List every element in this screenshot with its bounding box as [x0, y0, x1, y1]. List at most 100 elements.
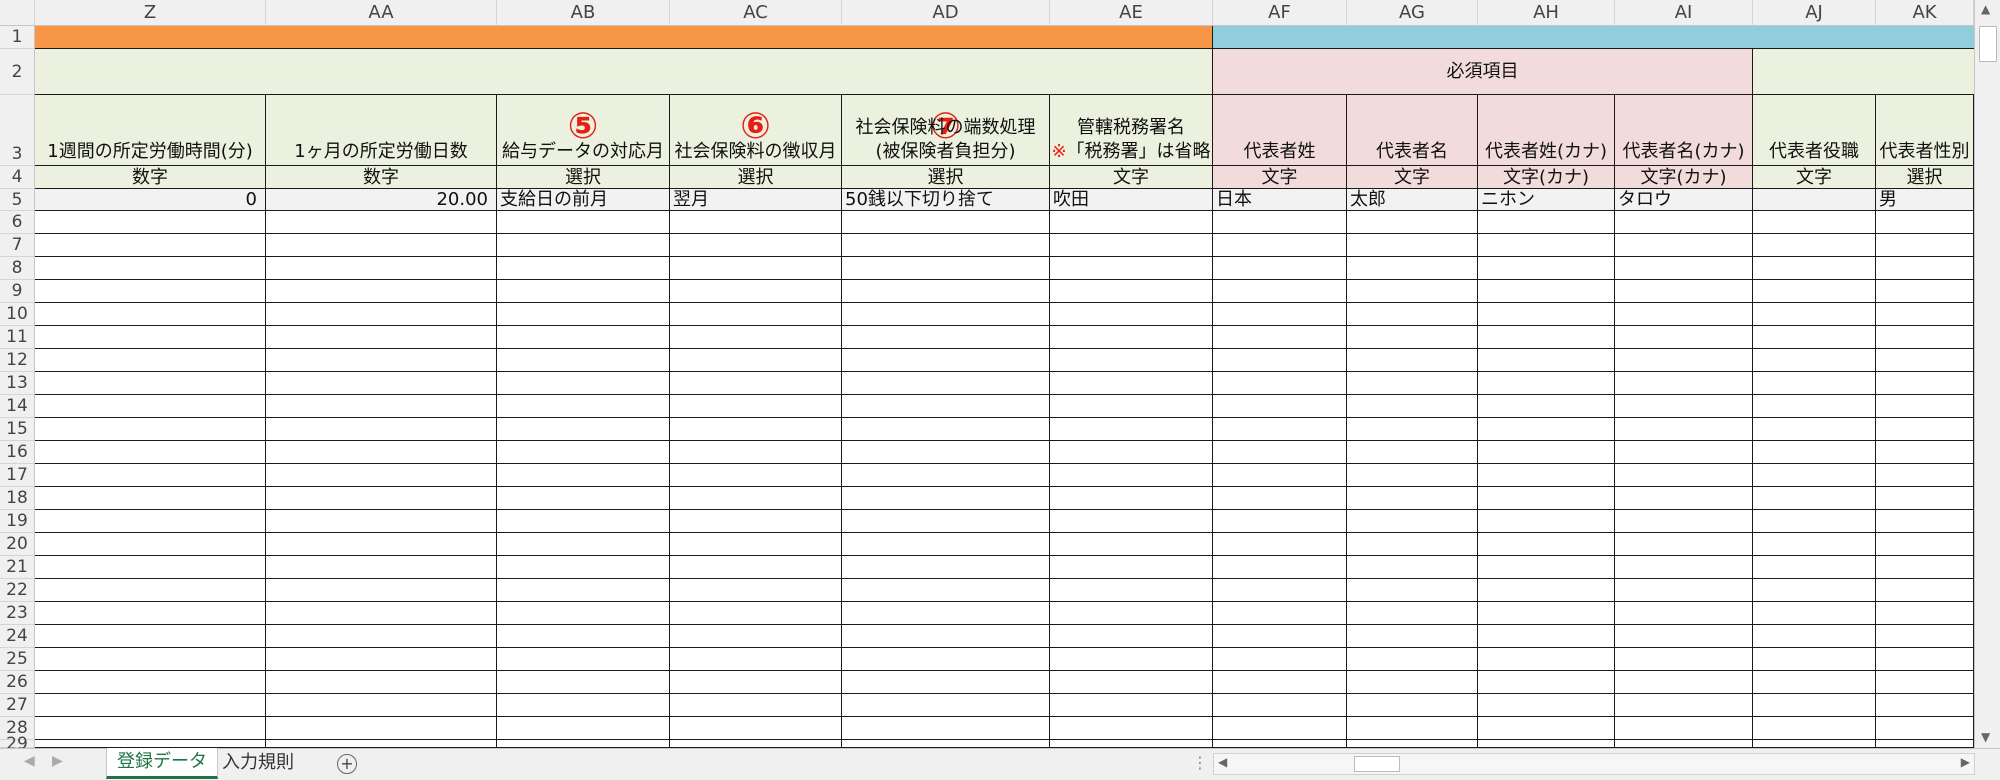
empty-cell[interactable] [1478, 441, 1615, 464]
empty-cell[interactable] [1478, 372, 1615, 395]
empty-cell[interactable] [1050, 510, 1213, 533]
field-header[interactable]: 代表者名 [1347, 95, 1478, 166]
empty-cell[interactable] [1478, 648, 1615, 671]
empty-cell[interactable] [670, 602, 842, 625]
empty-cell[interactable] [842, 211, 1050, 234]
empty-cell[interactable] [1753, 303, 1876, 326]
empty-cell[interactable] [266, 441, 497, 464]
empty-cell[interactable] [35, 625, 266, 648]
empty-cell[interactable] [670, 280, 842, 303]
data-cell[interactable]: 翌月 [670, 189, 842, 211]
empty-cell[interactable] [1213, 303, 1347, 326]
empty-cell[interactable] [1615, 717, 1753, 740]
type-cell[interactable]: 数字 [266, 166, 497, 189]
row-header[interactable]: 3 [0, 95, 35, 166]
empty-cell[interactable] [670, 487, 842, 510]
empty-cell[interactable] [497, 487, 670, 510]
data-cell[interactable]: 太郎 [1347, 189, 1478, 211]
empty-cell[interactable] [1615, 234, 1753, 257]
type-cell[interactable]: 文字(カナ) [1615, 166, 1753, 189]
empty-cell[interactable] [35, 602, 266, 625]
field-header[interactable]: 代表者役職 [1753, 95, 1876, 166]
empty-cell[interactable] [1615, 510, 1753, 533]
empty-cell[interactable] [1478, 395, 1615, 418]
empty-cell[interactable] [1213, 671, 1347, 694]
empty-cell[interactable] [842, 556, 1050, 579]
empty-cell[interactable] [35, 740, 266, 748]
empty-cell[interactable] [1347, 487, 1478, 510]
empty-cell[interactable] [1753, 418, 1876, 441]
empty-cell[interactable] [670, 349, 842, 372]
hscroll-left-icon[interactable]: ◀ [1218, 755, 1227, 769]
empty-cell[interactable] [266, 211, 497, 234]
empty-cell[interactable] [1347, 740, 1478, 748]
empty-cell[interactable] [1050, 533, 1213, 556]
empty-cell[interactable] [670, 303, 842, 326]
empty-cell[interactable] [1478, 326, 1615, 349]
row-header[interactable]: 13 [0, 372, 35, 395]
empty-cell[interactable] [1050, 234, 1213, 257]
select-all-corner[interactable] [0, 0, 35, 26]
empty-cell[interactable] [497, 740, 670, 748]
empty-cell[interactable] [35, 395, 266, 418]
empty-cell[interactable] [1050, 395, 1213, 418]
empty-cell[interactable] [1213, 418, 1347, 441]
empty-cell[interactable] [1347, 211, 1478, 234]
empty-cell[interactable] [842, 717, 1050, 740]
tab-input-rules[interactable]: 入力規則 [212, 749, 304, 777]
row-header[interactable]: 4 [0, 166, 35, 189]
row-header[interactable]: 29 [0, 736, 35, 753]
empty-cell[interactable] [670, 579, 842, 602]
row-header[interactable]: 1 [0, 26, 35, 49]
tab-scroll-right-icon[interactable]: ▶ [52, 753, 63, 769]
empty-cell[interactable] [842, 671, 1050, 694]
empty-cell[interactable] [1753, 211, 1876, 234]
empty-cell[interactable] [842, 533, 1050, 556]
empty-cell[interactable] [35, 257, 266, 280]
hscroll-right-icon[interactable]: ▶ [1961, 755, 1970, 769]
empty-cell[interactable] [1753, 694, 1876, 717]
empty-cell[interactable] [1753, 234, 1876, 257]
empty-cell[interactable] [670, 257, 842, 280]
empty-cell[interactable] [842, 303, 1050, 326]
empty-cell[interactable] [1347, 234, 1478, 257]
empty-cell[interactable] [1753, 740, 1876, 748]
column-header[interactable]: AF [1213, 0, 1347, 26]
empty-cell[interactable] [497, 671, 670, 694]
empty-cell[interactable] [1478, 418, 1615, 441]
column-header[interactable]: AK [1876, 0, 1974, 26]
field-header[interactable]: 1週間の所定労働時間(分) [35, 95, 266, 166]
empty-cell[interactable] [1876, 441, 1974, 464]
empty-cell[interactable] [1213, 625, 1347, 648]
empty-cell[interactable] [35, 372, 266, 395]
empty-cell[interactable] [1615, 257, 1753, 280]
empty-cell[interactable] [1753, 648, 1876, 671]
empty-cell[interactable] [670, 418, 842, 441]
empty-cell[interactable] [497, 717, 670, 740]
empty-cell[interactable] [1753, 326, 1876, 349]
empty-cell[interactable] [1478, 510, 1615, 533]
empty-cell[interactable] [1213, 556, 1347, 579]
empty-cell[interactable] [842, 464, 1050, 487]
empty-cell[interactable] [266, 671, 497, 694]
empty-cell[interactable] [1753, 625, 1876, 648]
empty-cell[interactable] [266, 694, 497, 717]
empty-cell[interactable] [266, 602, 497, 625]
empty-cell[interactable] [1478, 579, 1615, 602]
empty-cell[interactable] [1478, 211, 1615, 234]
empty-cell[interactable] [1615, 694, 1753, 717]
field-header[interactable]: 代表者名(カナ) [1615, 95, 1753, 166]
field-header[interactable]: 1ヶ月の所定労働日数 [266, 95, 497, 166]
row-header[interactable]: 22 [0, 579, 35, 602]
empty-cell[interactable] [842, 326, 1050, 349]
empty-cell[interactable] [497, 556, 670, 579]
type-cell[interactable]: 文字(カナ) [1478, 166, 1615, 189]
empty-cell[interactable] [1478, 487, 1615, 510]
empty-cell[interactable] [1876, 418, 1974, 441]
empty-cell[interactable] [1050, 211, 1213, 234]
empty-cell[interactable] [35, 556, 266, 579]
empty-cell[interactable] [497, 441, 670, 464]
empty-cell[interactable] [1876, 740, 1974, 748]
column-header[interactable]: AG [1347, 0, 1478, 26]
row-header[interactable]: 27 [0, 694, 35, 717]
